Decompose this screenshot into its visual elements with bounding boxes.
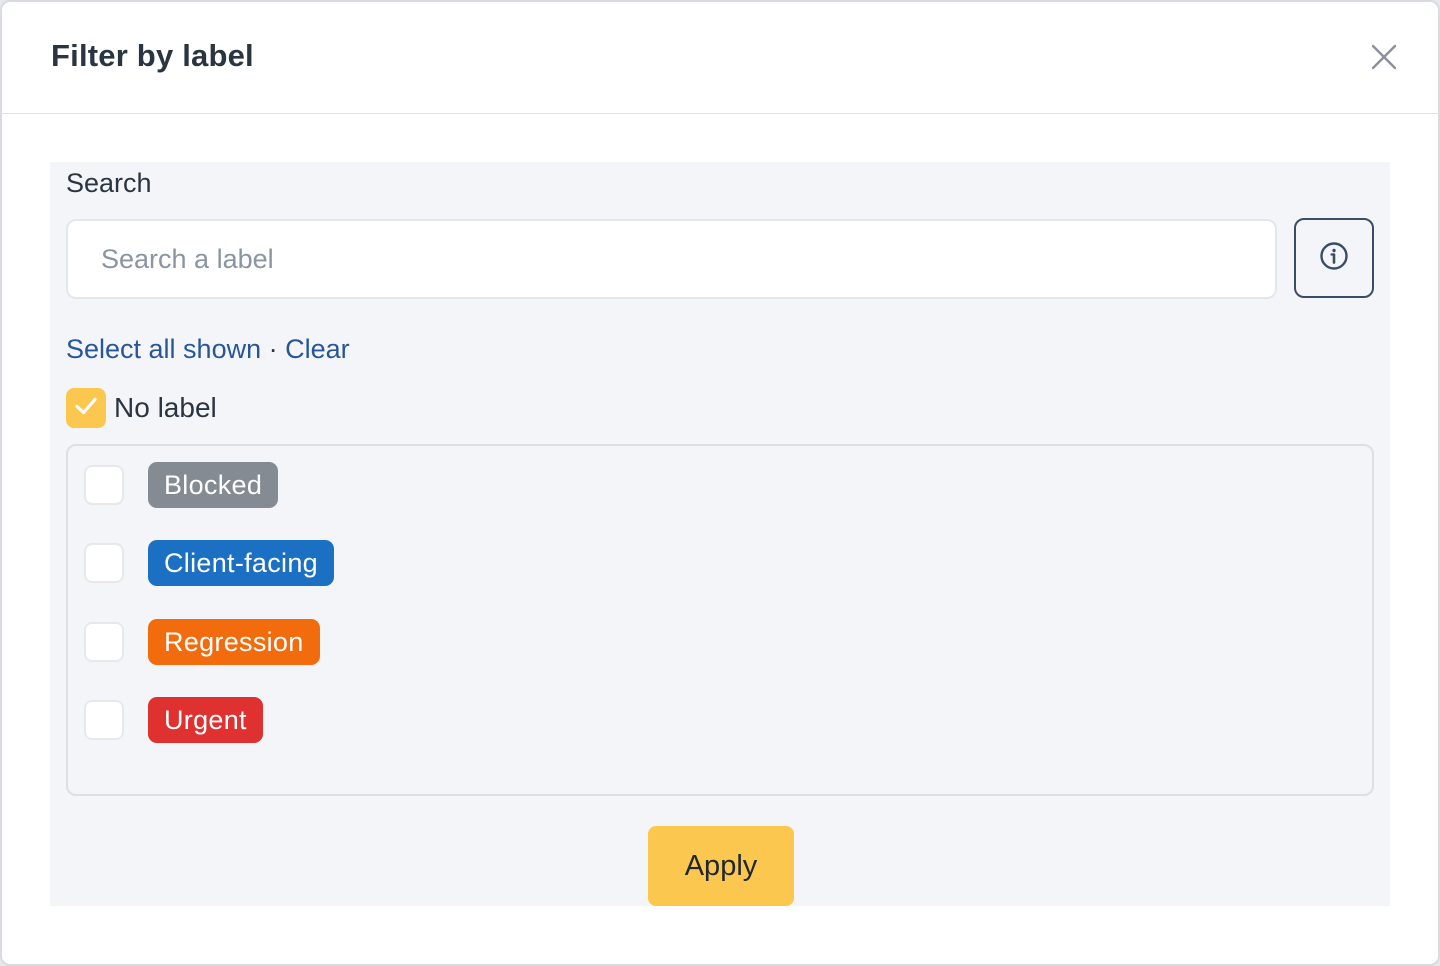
dialog-title: Filter by label bbox=[51, 38, 254, 73]
info-icon bbox=[1319, 241, 1349, 276]
label-checkbox-urgent[interactable] bbox=[84, 700, 124, 740]
label-option-urgent[interactable]: Urgent bbox=[84, 697, 263, 743]
no-label-option[interactable]: No label bbox=[66, 388, 217, 428]
label-checkbox-regression[interactable] bbox=[84, 622, 124, 662]
close-icon bbox=[1371, 44, 1397, 75]
checkmark-icon bbox=[73, 393, 99, 424]
search-label: Search bbox=[66, 168, 152, 198]
select-all-shown-link[interactable]: Select all shown bbox=[66, 334, 261, 364]
close-button[interactable] bbox=[1365, 40, 1403, 78]
label-badge-blocked: Blocked bbox=[148, 462, 279, 508]
apply-button[interactable]: Apply bbox=[648, 826, 794, 906]
link-separator: · bbox=[261, 334, 286, 364]
label-badge-regression: Regression bbox=[148, 619, 320, 665]
label-option-blocked[interactable]: Blocked bbox=[84, 462, 279, 508]
selection-links: Select all shown · Clear bbox=[66, 334, 350, 365]
search-input[interactable] bbox=[66, 219, 1277, 299]
filter-panel: Search Select all shown · Clear bbox=[50, 162, 1390, 906]
filter-by-label-dialog: Filter by label Search Search a label Se… bbox=[0, 0, 1440, 966]
label-checkbox-client-facing[interactable] bbox=[84, 543, 124, 583]
no-label-text: No label bbox=[114, 392, 217, 423]
label-badge-urgent: Urgent bbox=[148, 697, 263, 743]
label-checkbox-blocked[interactable] bbox=[84, 465, 124, 505]
label-option-regression[interactable]: Regression bbox=[84, 619, 320, 665]
label-option-client-facing[interactable]: Client-facing bbox=[84, 540, 334, 586]
label-list: Blocked Client-facing Regression Urgent bbox=[66, 444, 1374, 796]
no-label-checkbox[interactable] bbox=[66, 388, 106, 428]
info-button[interactable] bbox=[1294, 218, 1374, 298]
clear-link[interactable]: Clear bbox=[285, 334, 350, 364]
label-badge-client-facing: Client-facing bbox=[148, 540, 334, 586]
dialog-header: Filter by label bbox=[2, 2, 1438, 114]
